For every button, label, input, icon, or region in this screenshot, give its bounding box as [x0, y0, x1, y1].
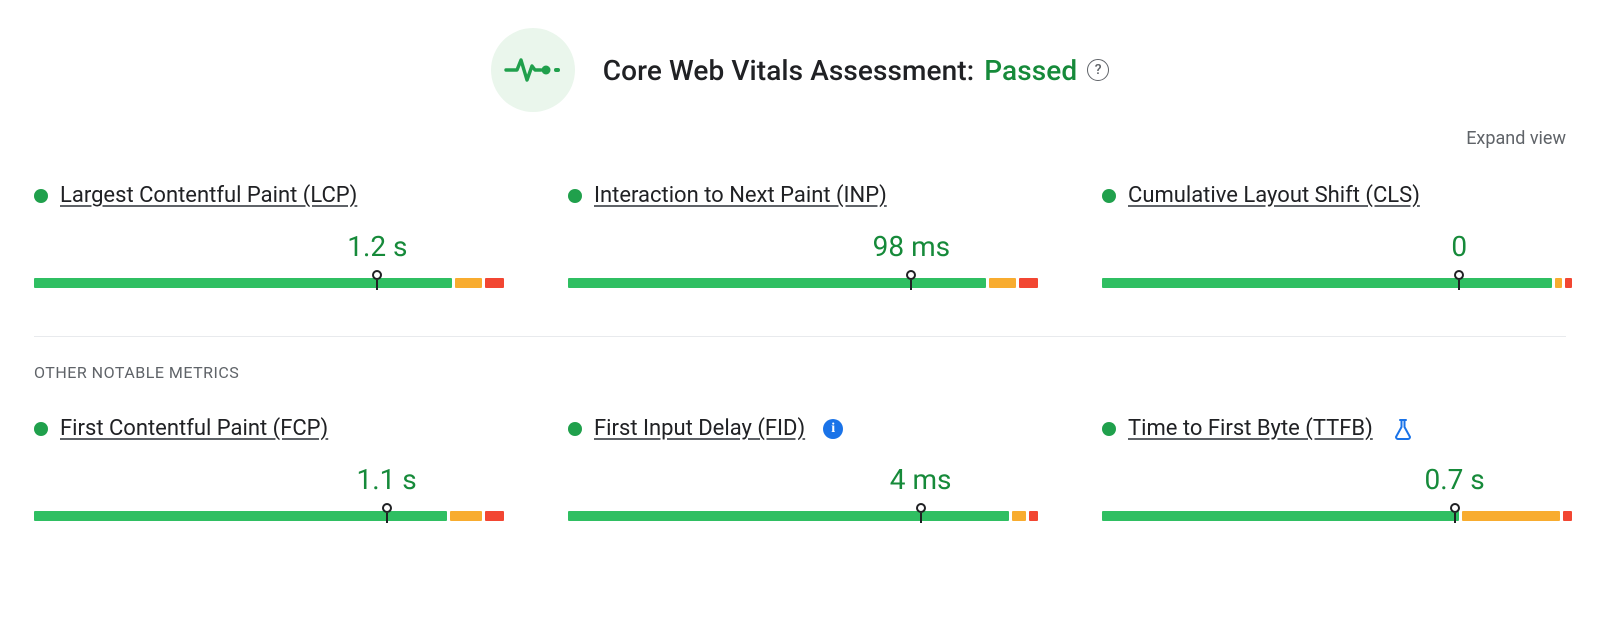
metric-name-link[interactable]: Interaction to Next Paint (INP): [594, 183, 887, 208]
metric-value: 0.7 s: [1425, 463, 1485, 496]
metric-value: 1.1 s: [357, 463, 417, 496]
metric-name-link[interactable]: First Contentful Paint (FCP): [60, 416, 328, 441]
distribution-bar: [568, 278, 1032, 296]
other-metrics-label: OTHER NOTABLE METRICS: [34, 363, 1566, 382]
expand-view-link[interactable]: Expand view: [1466, 128, 1566, 149]
metric-name-link[interactable]: Cumulative Layout Shift (CLS): [1128, 183, 1420, 208]
status-dot: [568, 189, 582, 203]
assessment-status: Passed: [984, 54, 1077, 87]
metric-name-link[interactable]: First Input Delay (FID): [594, 416, 805, 441]
metric-fid: First Input Delay (FID) i 4 ms: [568, 416, 1032, 529]
distribution-bar: [34, 278, 498, 296]
metric-lcp: Largest Contentful Paint (LCP) 1.2 s: [34, 183, 498, 296]
assessment-title: Core Web Vitals Assessment:: [603, 54, 974, 87]
metric-value: 0: [1451, 230, 1467, 263]
metric-name-link[interactable]: Largest Contentful Paint (LCP): [60, 183, 357, 208]
metric-inp: Interaction to Next Paint (INP) 98 ms: [568, 183, 1032, 296]
distribution-bar: [34, 511, 498, 529]
status-dot: [568, 422, 582, 436]
metric-name-link[interactable]: Time to First Byte (TTFB): [1128, 416, 1373, 441]
status-dot: [34, 189, 48, 203]
metric-value: 98 ms: [873, 230, 950, 263]
assessment-header: Core Web Vitals Assessment: Passed ?: [34, 30, 1566, 110]
pulse-icon: [491, 28, 575, 112]
metric-ttfb: Time to First Byte (TTFB) 0.7 s: [1102, 416, 1566, 529]
info-icon[interactable]: i: [823, 419, 843, 439]
metric-value: 1.2 s: [347, 230, 407, 263]
distribution-bar: [1102, 278, 1566, 296]
distribution-bar: [568, 511, 1032, 529]
metric-fcp: First Contentful Paint (FCP) 1.1 s: [34, 416, 498, 529]
status-dot: [1102, 422, 1116, 436]
section-divider: [34, 336, 1566, 337]
metric-cls: Cumulative Layout Shift (CLS) 0: [1102, 183, 1566, 296]
flask-icon[interactable]: [1393, 418, 1413, 440]
status-dot: [34, 422, 48, 436]
help-icon[interactable]: ?: [1087, 59, 1109, 81]
metric-value: 4 ms: [890, 463, 952, 496]
status-dot: [1102, 189, 1116, 203]
distribution-bar: [1102, 511, 1566, 529]
